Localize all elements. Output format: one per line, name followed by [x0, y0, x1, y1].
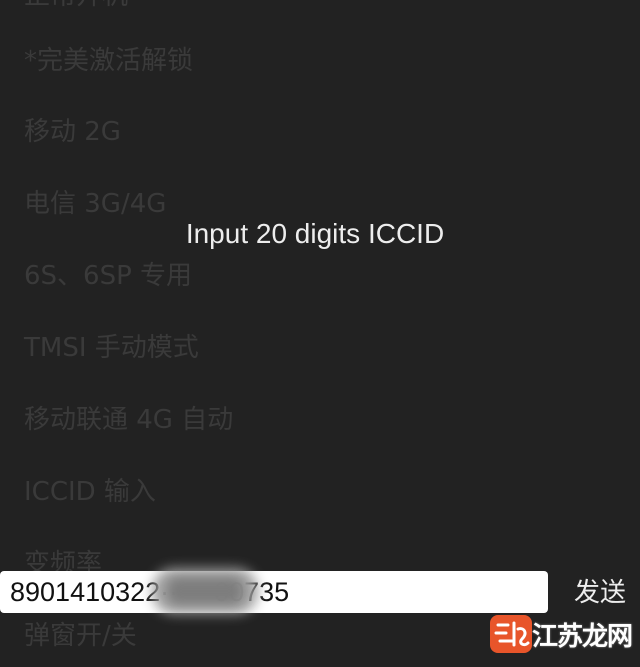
background-menu-list: 正常开机 *完美激活解锁 移动 2G 电信 3G/4G 6S、6SP 专用 TM… [0, 0, 640, 667]
menu-item-6s-6sp-only[interactable]: 6S、6SP 专用 [24, 260, 192, 292]
menu-item-iccid-input[interactable]: ICCID 输入 [24, 476, 156, 508]
watermark-text: 江苏龙网 [531, 621, 633, 652]
jiangsu-longwang-logo-icon [489, 615, 532, 653]
iccid-input-bar: 发送 [0, 568, 640, 616]
menu-item-unicom-4g-auto[interactable]: 移动联通 4G 自动 [24, 404, 233, 436]
menu-item-tmsi-manual-mode[interactable]: TMSI 手动模式 [24, 332, 199, 364]
menu-item-popup-toggle[interactable]: 弹窗开/关 [24, 620, 137, 652]
send-button[interactable]: 发送 [560, 573, 640, 613]
privacy-blur-mask-inner [168, 578, 242, 604]
iccid-input-field[interactable] [0, 571, 548, 613]
menu-item-perfect-activation-unlock[interactable]: *完美激活解锁 [24, 45, 193, 77]
site-watermark: 江苏龙网 [488, 611, 633, 657]
menu-item-normal-boot[interactable]: 正常开机 [24, 0, 128, 12]
menu-item-mobile-2g[interactable]: 移动 2G [24, 116, 121, 148]
dialog-title: Input 20 digits ICCID [185, 218, 445, 249]
